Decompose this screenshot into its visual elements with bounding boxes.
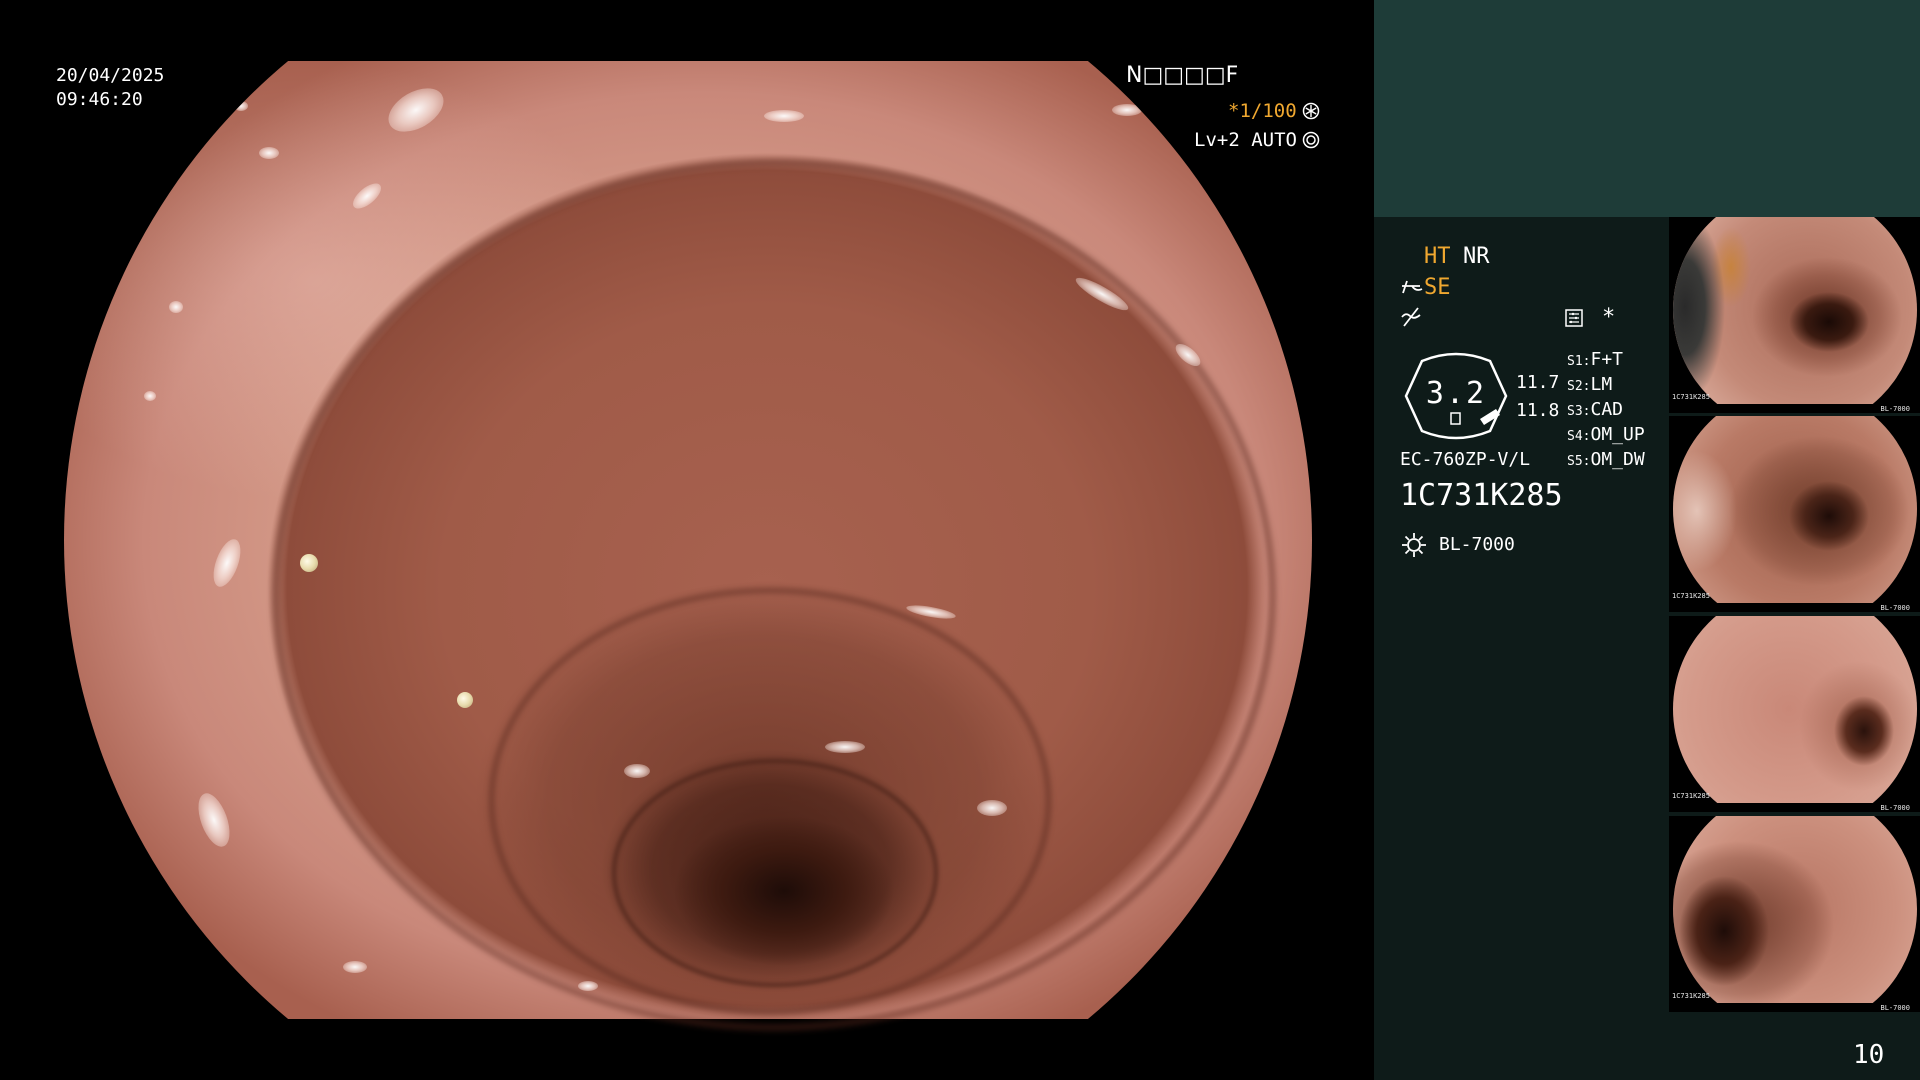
auto-iris-icon — [1302, 131, 1320, 149]
structure-enhancement-icon — [1402, 280, 1423, 294]
switch-key: S4: — [1567, 429, 1591, 444]
capture-thumbnail[interactable]: 1C731K285 BL-7000 — [1669, 217, 1920, 413]
specular-highlight — [977, 800, 1007, 816]
lumen-edge — [612, 759, 938, 987]
specular-highlight — [764, 110, 804, 122]
endoscope-live-view — [64, 61, 1312, 1031]
thumbnail-light-source: BL-7000 — [1880, 1004, 1910, 1012]
switch-key: S3: — [1567, 404, 1591, 419]
specular-highlight — [192, 789, 236, 851]
switch-s2: S2:LM — [1567, 374, 1612, 398]
se-indicator: SE — [1424, 275, 1451, 300]
switch-value: OM_DW — [1590, 449, 1645, 470]
capture-thumbnail[interactable]: 1C731K285 BL-7000 — [1669, 816, 1920, 1012]
switch-s4: S4:OM_UP — [1567, 424, 1645, 448]
thumbnail-image — [1673, 416, 1917, 603]
page-number: 10 — [1853, 1040, 1885, 1070]
specular-highlight — [578, 981, 598, 991]
zoom-value: 3.2 — [1426, 376, 1486, 411]
capture-thumbnail[interactable]: 1C731K285 BL-7000 — [1669, 416, 1920, 612]
mucosal-debris — [300, 554, 318, 572]
switch-value: LM — [1590, 374, 1613, 395]
switch-value: OM_UP — [1590, 424, 1645, 445]
thumbnail-serial: 1C731K285 — [1672, 393, 1710, 401]
color-mode-icon — [1401, 307, 1421, 327]
light-source: BL-7000 — [1439, 534, 1515, 555]
thumbnail-serial: 1C731K285 — [1672, 592, 1710, 600]
reading-upper: 11.7 — [1516, 372, 1560, 393]
specular-highlight — [348, 178, 386, 214]
switch-key: S1: — [1567, 354, 1591, 369]
switch-s1: S1:F+T — [1567, 349, 1623, 373]
thumbnail-light-source: BL-7000 — [1880, 405, 1910, 413]
specular-highlight — [144, 391, 156, 401]
switch-s5: S5:OM_DW — [1567, 449, 1645, 473]
memo-mark: * — [1602, 305, 1616, 330]
nr-indicator: NR — [1463, 244, 1490, 269]
switch-s3: S3:CAD — [1567, 399, 1623, 423]
ht-indicator: HT — [1424, 244, 1451, 269]
zoom-gauge: 3.2 — [1404, 352, 1508, 440]
specular-highlight — [259, 147, 279, 159]
memo-icon — [1565, 309, 1583, 327]
switch-value: CAD — [1590, 399, 1623, 420]
thumbnail-image — [1673, 616, 1917, 803]
specular-highlight — [234, 101, 248, 111]
specular-highlight — [381, 79, 451, 141]
capture-thumbnail[interactable]: 1C731K285 BL-7000 — [1669, 616, 1920, 812]
thumbnail-light-source: BL-7000 — [1880, 604, 1910, 612]
switch-key: S2: — [1567, 379, 1591, 394]
scope-serial: 1C731K285 — [1400, 478, 1563, 513]
info-panel-header — [1374, 0, 1920, 217]
exam-time: 09:46:20 — [56, 89, 143, 110]
specular-highlight — [825, 741, 865, 753]
specular-highlight — [343, 961, 367, 973]
specular-highlight — [624, 764, 650, 778]
exam-date: 20/04/2025 — [56, 65, 165, 86]
shutter-icon — [1302, 102, 1320, 120]
specular-highlight — [1112, 104, 1142, 116]
thumbnail-serial: 1C731K285 — [1672, 792, 1710, 800]
iris-mode: Lv+2 AUTO — [1194, 129, 1297, 151]
specular-highlight — [208, 535, 246, 591]
thumbnail-image — [1673, 217, 1917, 404]
thumbnail-light-source: BL-7000 — [1880, 804, 1910, 812]
scope-model: EC-760ZP-V/L — [1400, 449, 1531, 470]
shutter-speed: *1/100 — [1228, 100, 1297, 122]
switch-key: S5: — [1567, 454, 1591, 469]
light-source-icon — [1402, 533, 1426, 557]
mucosal-debris — [457, 692, 473, 708]
reading-lower: 11.8 — [1516, 400, 1560, 421]
thumbnail-image — [1673, 816, 1917, 1003]
specular-highlight — [169, 301, 183, 313]
patient-id: N□□□□F — [1126, 63, 1239, 88]
thumbnail-serial: 1C731K285 — [1672, 992, 1710, 1000]
switch-value: F+T — [1590, 349, 1623, 370]
